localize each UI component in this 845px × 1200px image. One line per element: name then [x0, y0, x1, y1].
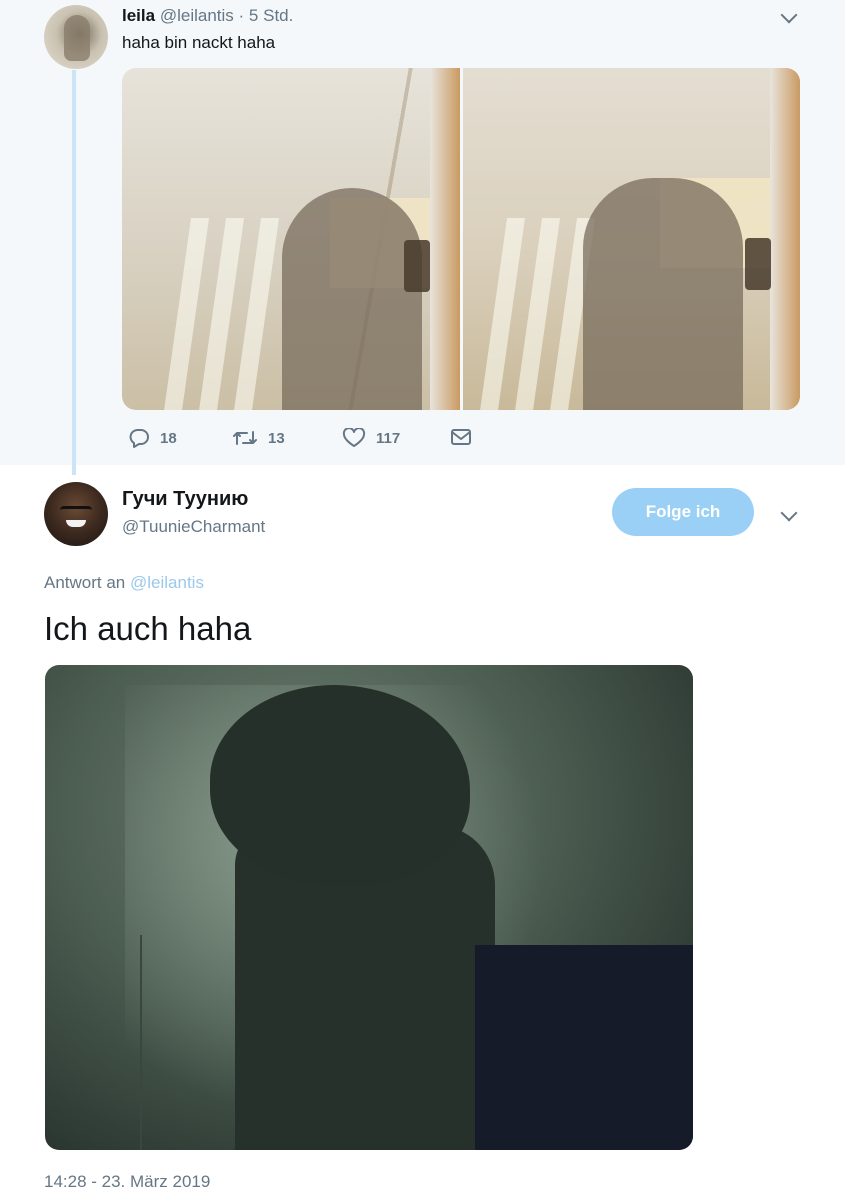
avatar[interactable] [44, 5, 108, 69]
photo-phone-shadow [404, 240, 430, 292]
tweet-text: Ich auch haha [44, 610, 252, 647]
reply-count: 18 [160, 429, 177, 447]
photo-phone-shadow [744, 238, 771, 290]
author-name[interactable]: Гучи Туунию [122, 488, 248, 511]
photo-door-edge [140, 935, 142, 1150]
tweet-header: leila @leilantis · 5 Std. [122, 6, 293, 26]
avatar[interactable] [44, 482, 108, 546]
reply-icon[interactable] [128, 428, 150, 448]
dm-action[interactable] [450, 428, 472, 446]
tweet-text: haha bin nackt haha [122, 33, 276, 52]
thread-line [72, 70, 76, 475]
photo-edge [770, 68, 800, 410]
photo-light-stripe [478, 218, 525, 410]
heart-icon[interactable] [342, 428, 366, 448]
retweet-icon[interactable] [232, 428, 258, 448]
author-handle[interactable]: @TuunieCharmant [122, 517, 265, 537]
chevron-down-icon[interactable] [780, 6, 798, 24]
avatar-image [64, 15, 90, 61]
envelope-icon[interactable] [450, 428, 472, 446]
tweet-timestamp[interactable]: 14:28 - 23. März 2019 [44, 1172, 210, 1192]
avatar-smile [66, 520, 86, 527]
follow-button[interactable]: Folge ich [612, 488, 754, 536]
reply-action[interactable]: 18 [128, 428, 177, 448]
avatar-glasses [60, 506, 92, 517]
media-photo[interactable] [45, 665, 693, 1150]
tweet-time[interactable]: 5 Std. [249, 6, 293, 25]
chevron-down-icon[interactable] [780, 504, 798, 522]
media-photo-2[interactable] [462, 68, 800, 410]
like-action[interactable]: 117 [342, 428, 400, 448]
author-handle[interactable]: @leilantis [160, 6, 234, 25]
reply-to-mention[interactable]: @leilantis [130, 573, 204, 592]
reply-to-prefix: Antwort an [44, 573, 126, 592]
retweet-action[interactable]: 13 [232, 428, 285, 448]
reply-to-line: Antwort an @leilantis [44, 573, 204, 593]
photo-dark-object [475, 945, 693, 1150]
retweet-count: 13 [268, 429, 285, 447]
media-photo-1[interactable] [122, 68, 460, 410]
photo-edge [429, 68, 460, 410]
media-grid [122, 68, 800, 410]
author-name[interactable]: leila [122, 6, 155, 25]
photo-shadow [282, 188, 422, 410]
meta-separator: · [238, 6, 245, 25]
photo-shadow [582, 178, 743, 410]
like-count: 117 [376, 429, 401, 447]
parent-tweet[interactable]: leila @leilantis · 5 Std. haha bin nackt… [0, 0, 845, 465]
